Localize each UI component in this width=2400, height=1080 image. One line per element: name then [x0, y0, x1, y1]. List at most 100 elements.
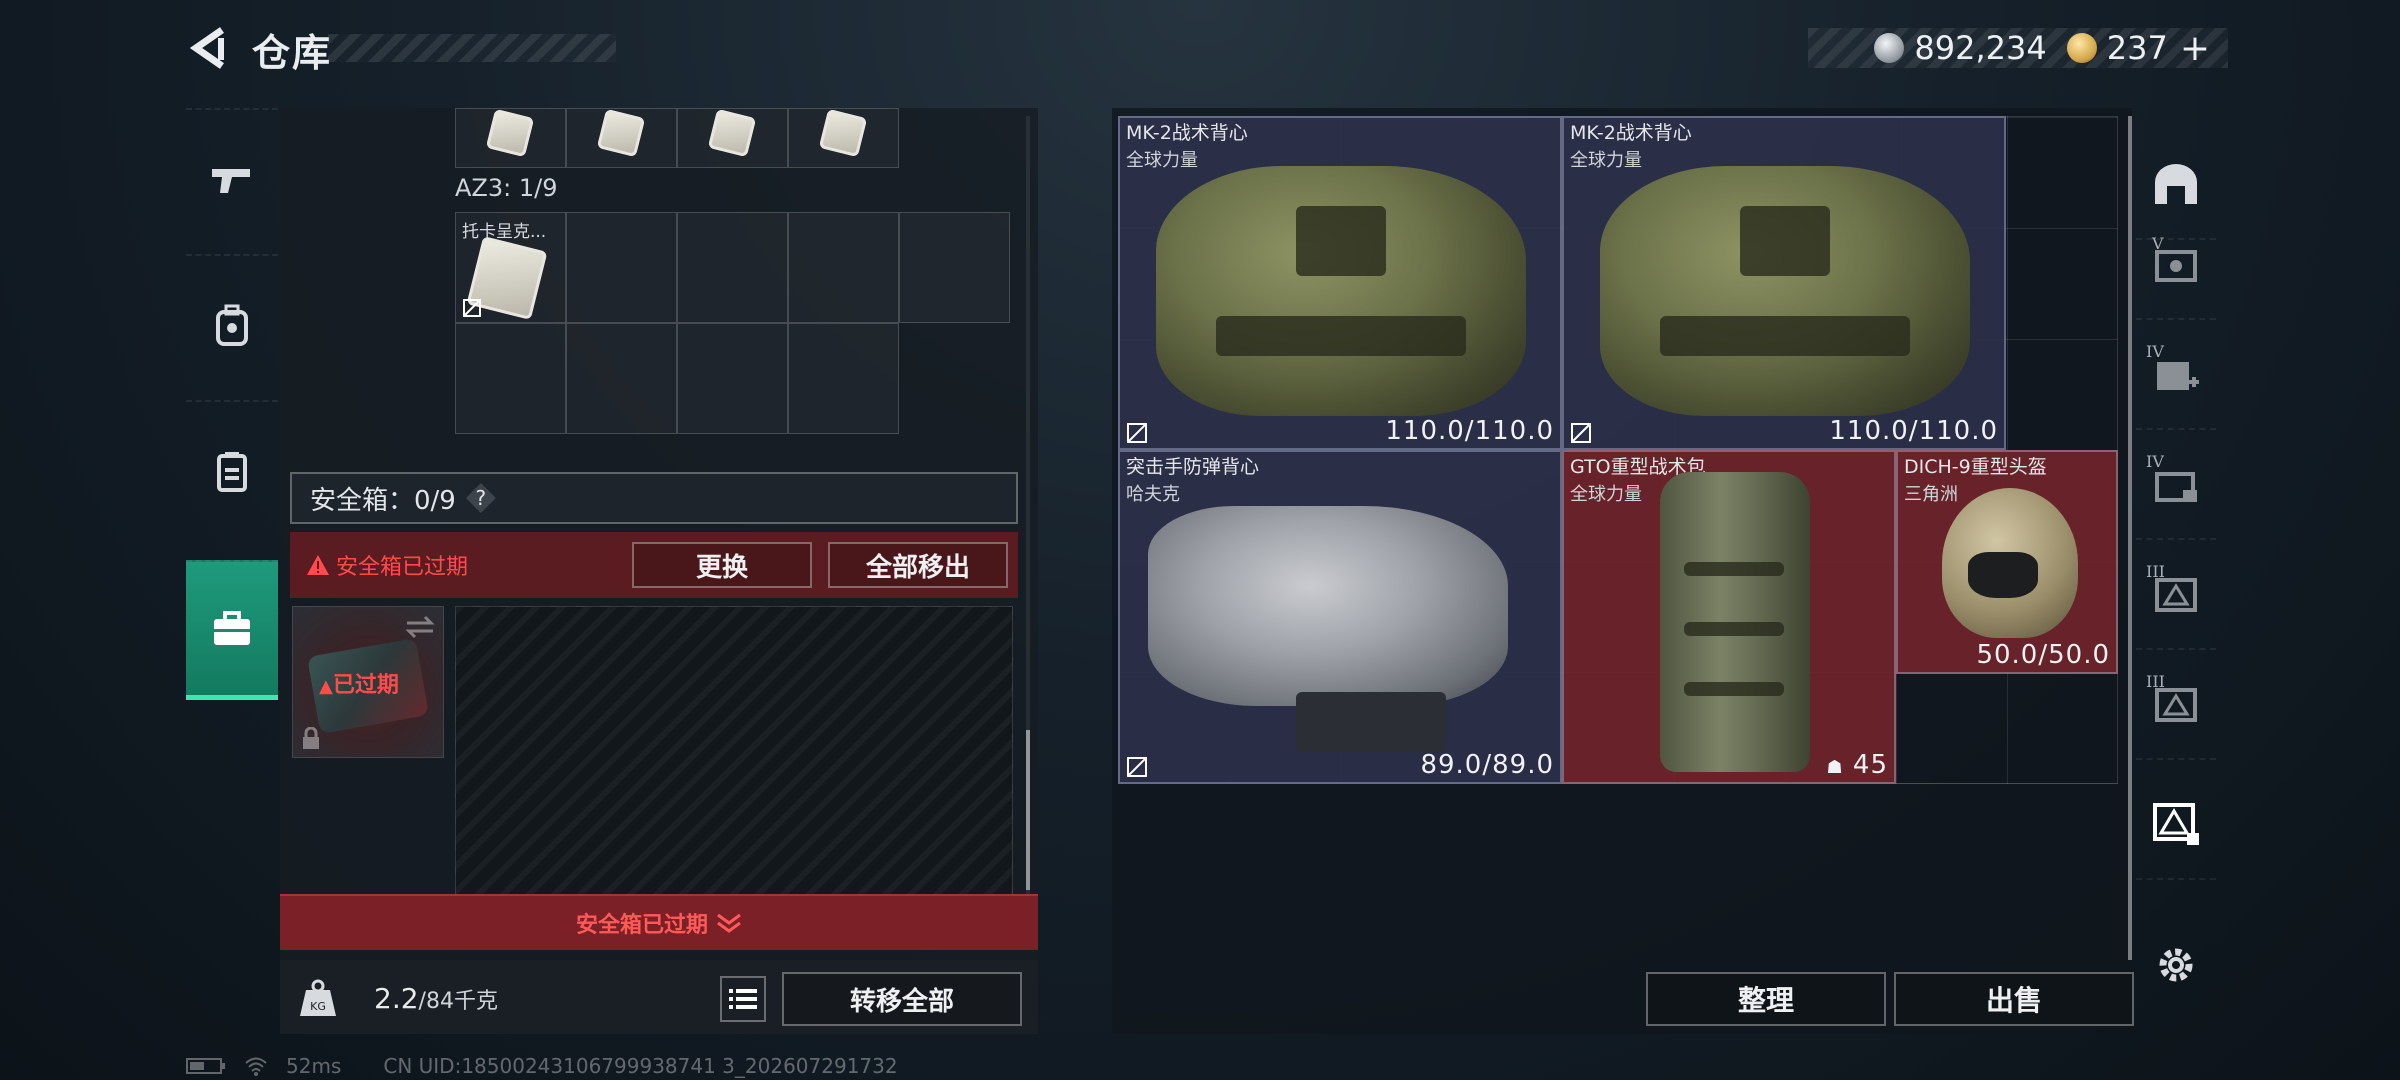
weight-current: 2.2	[374, 982, 419, 1015]
add-currency-button[interactable]: +	[2180, 28, 2210, 69]
item-slot[interactable]	[788, 108, 899, 168]
briefcase-icon	[214, 610, 250, 645]
back-arrow-icon	[189, 27, 224, 69]
stash-item-gto-bag[interactable]: GTO重型战术包 全球力量 ☗ 45	[1562, 450, 1896, 784]
backpack-image	[1660, 472, 1810, 772]
item-brand: 全球力量	[1570, 150, 1642, 171]
item-durability: 110.0/110.0	[1829, 416, 1998, 446]
backpack-icon	[216, 304, 248, 346]
sort-button[interactable]: 整理	[1646, 972, 1886, 1026]
status-bar: 52ms CN UID:18500243106799938741 3_20260…	[186, 1054, 898, 1078]
vest-image	[1600, 166, 1970, 416]
safe-box-capacity: 安全箱：0/9	[310, 485, 456, 516]
ammo-box-icon	[707, 108, 757, 158]
item-name: MK-2战术背心	[1126, 122, 1248, 144]
safehouse-icon	[2155, 164, 2197, 204]
svg-text:KG: KG	[310, 1000, 326, 1013]
item-durability: 50.0/50.0	[1976, 640, 2110, 670]
item-brand: 全球力量	[1126, 150, 1198, 171]
tab-weapons[interactable]	[186, 108, 278, 248]
tab-vest[interactable]	[186, 400, 278, 540]
left-scrollbar-thumb[interactable]	[1026, 730, 1030, 890]
item-slot[interactable]	[566, 108, 677, 168]
rail-tier4-add[interactable]: IV	[2136, 320, 2216, 430]
item-slot[interactable]: 托卡呈克...	[455, 212, 566, 323]
no-insurance-icon	[463, 299, 481, 317]
empty-slot[interactable]	[566, 212, 677, 323]
empty-slot[interactable]	[677, 212, 788, 323]
back-button[interactable]	[180, 18, 240, 78]
battery-icon	[186, 1058, 225, 1074]
page-title: 仓库	[252, 31, 333, 75]
vest-image	[1148, 506, 1508, 706]
empty-slot[interactable]	[899, 212, 1010, 323]
rail-tier4-folder[interactable]: IV	[2136, 430, 2216, 540]
silver-coin-icon	[1874, 33, 1905, 63]
tier-label: IV	[2146, 452, 2164, 471]
item-slot[interactable]	[677, 108, 788, 168]
item-name: MK-2战术背心	[1570, 122, 1692, 144]
tab-backpack[interactable]	[186, 254, 278, 394]
empty-slot[interactable]	[788, 323, 899, 434]
safe-box-expired-footer[interactable]: 安全箱已过期	[280, 894, 1038, 950]
gun-icon	[212, 169, 250, 193]
gold-coin-icon	[2066, 33, 2097, 63]
wifi-icon	[245, 1057, 267, 1076]
silver-amount: 892,234	[1914, 29, 2047, 67]
empty-slot[interactable]	[788, 212, 899, 323]
ping-readout: 52ms	[286, 1054, 342, 1078]
item-name: 托卡呈克...	[462, 222, 547, 242]
stash-item-mk2-vest-2[interactable]: MK-2战术背心 全球力量 110.0/110.0	[1562, 116, 2006, 450]
empty-slot[interactable]	[566, 323, 677, 434]
az3-grid: 托卡呈克...	[455, 212, 1012, 436]
no-insurance-icon	[1571, 423, 1591, 443]
lock-icon	[303, 727, 319, 749]
stash-scrollbar[interactable]	[2128, 116, 2132, 960]
rail-settings[interactable]	[2136, 910, 2216, 1020]
item-slot[interactable]	[455, 108, 566, 168]
item-brand: 三角洲	[1904, 484, 1958, 505]
warning-icon	[307, 555, 329, 575]
tier-label: III	[2146, 562, 2165, 581]
tier-label: IV	[2146, 342, 2164, 361]
rail-tier5[interactable]: V	[2136, 210, 2216, 320]
item-name: DICH-9重型头盔	[1904, 456, 2047, 478]
stash-filter-rail: V IV IV III III	[2136, 130, 2216, 1010]
swap-icon[interactable]	[405, 615, 435, 639]
triangle-box-icon	[2153, 803, 2199, 845]
ammo-grid	[455, 108, 901, 168]
ammo-box-icon	[818, 108, 868, 158]
item-brand: 哈夫克	[1126, 484, 1180, 505]
rail-tier3-a[interactable]: III	[2136, 540, 2216, 650]
item-durability: 89.0/89.0	[1420, 750, 1554, 780]
tier-label: V	[2152, 234, 2164, 253]
az3-capacity-label: AZ3: 1/9	[455, 174, 558, 202]
list-view-button[interactable]	[720, 976, 766, 1022]
chevron-down-icon	[717, 913, 741, 933]
currency-bar: 892,234 237 +	[1808, 28, 2228, 69]
safe-box-slot[interactable]: ▲已过期	[292, 606, 444, 758]
vest-icon	[217, 452, 247, 492]
expired-footer-text: 安全箱已过期	[575, 913, 708, 938]
stash-item-mk2-vest-1[interactable]: MK-2战术背心 全球力量 110.0/110.0	[1118, 116, 1562, 450]
title-decoration	[328, 34, 616, 62]
item-capacity: ☗ 45	[1826, 750, 1888, 780]
tier-label: III	[2146, 672, 2165, 691]
rail-selected-container[interactable]	[2136, 770, 2216, 880]
capacity-icon: ☗	[1826, 757, 1844, 778]
gear-icon	[2159, 948, 2193, 982]
empty-slot[interactable]	[677, 323, 788, 434]
remove-all-button[interactable]: 全部移出	[828, 542, 1008, 588]
vest-image	[1156, 166, 1526, 416]
empty-slot[interactable]	[455, 323, 566, 434]
help-icon[interactable]: ?	[465, 483, 496, 513]
helmet-image	[1942, 488, 2078, 638]
stash-item-dich9-helmet[interactable]: DICH-9重型头盔 三角洲 50.0/50.0	[1896, 450, 2118, 674]
rail-tier3-b[interactable]: III	[2136, 650, 2216, 760]
sell-button[interactable]: 出售	[1894, 972, 2134, 1026]
transfer-all-button[interactable]: 转移全部	[782, 972, 1022, 1026]
stash-item-assault-vest[interactable]: 突击手防弹背心 哈夫克 89.0/89.0	[1118, 450, 1562, 784]
replace-button[interactable]: 更换	[632, 542, 812, 588]
case-expired-label: ▲已过期	[319, 673, 399, 698]
tab-safe-box[interactable]	[186, 560, 278, 700]
